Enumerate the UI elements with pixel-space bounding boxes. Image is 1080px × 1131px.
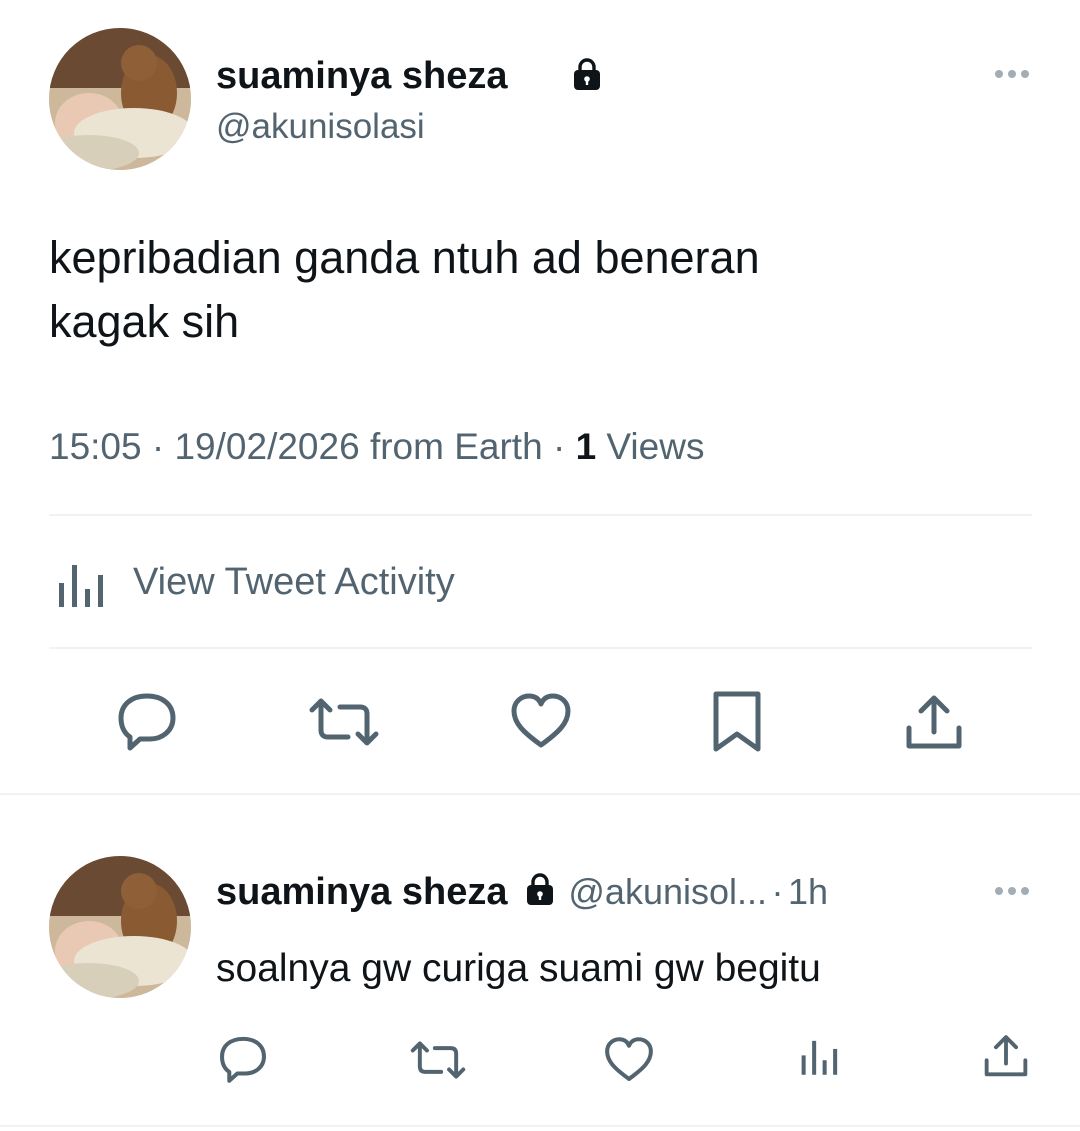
more-options-icon[interactable] — [995, 887, 1029, 895]
separator: · — [552, 426, 566, 467]
username-handle[interactable]: @akunisol... — [568, 871, 767, 912]
relative-time[interactable]: 1h — [788, 871, 828, 912]
display-name[interactable]: suaminya sheza — [216, 871, 507, 913]
display-name[interactable]: suaminya sheza — [216, 54, 507, 98]
reply-icon[interactable] — [116, 690, 178, 752]
share-icon[interactable] — [982, 1034, 1030, 1079]
reply-icon[interactable] — [218, 1034, 268, 1084]
tweet-metadata: 15:05 · 19/02/2026 from Earth · 1 Views — [49, 425, 704, 469]
divider — [49, 514, 1032, 516]
tweet-source: from Earth — [369, 426, 543, 467]
divider — [0, 1125, 1080, 1127]
tweet-text-line: kepribadian ganda ntuh ad beneran — [49, 232, 760, 283]
retweet-icon[interactable] — [306, 692, 382, 752]
share-icon[interactable] — [903, 694, 965, 752]
username-handle[interactable]: @akunisolasi — [216, 106, 425, 148]
separator: · — [771, 871, 784, 912]
tweet-text-line: kagak sih — [49, 296, 240, 347]
more-options-icon[interactable] — [995, 70, 1029, 78]
analytics-icon — [57, 563, 109, 607]
divider — [49, 647, 1032, 649]
like-icon[interactable] — [603, 1036, 655, 1083]
views-icon[interactable] — [800, 1036, 842, 1078]
avatar[interactable] — [49, 28, 191, 170]
separator: · — [151, 426, 165, 467]
timestamp-time[interactable]: 15:05 — [49, 426, 142, 467]
bookmark-icon[interactable] — [711, 690, 763, 754]
like-icon[interactable] — [509, 692, 573, 750]
lock-icon — [524, 871, 556, 907]
views-label: Views — [606, 426, 705, 467]
retweet-icon[interactable] — [408, 1036, 468, 1084]
reply-header: suaminya sheza @akunisol... · 1h — [216, 869, 828, 915]
avatar[interactable] — [49, 856, 191, 998]
view-tweet-activity-label: View Tweet Activity — [133, 561, 455, 603]
view-tweet-activity-button[interactable]: View Tweet Activity — [49, 555, 649, 611]
reply-text: soalnya gw curiga suami gw begitu — [216, 947, 821, 990]
tweet-text: kepribadian ganda ntuh ad beneran kagak … — [49, 226, 760, 354]
lock-icon — [571, 56, 603, 92]
divider — [0, 793, 1080, 795]
views-count: 1 — [575, 426, 597, 467]
timestamp-date[interactable]: 19/02/2026 — [174, 426, 359, 467]
